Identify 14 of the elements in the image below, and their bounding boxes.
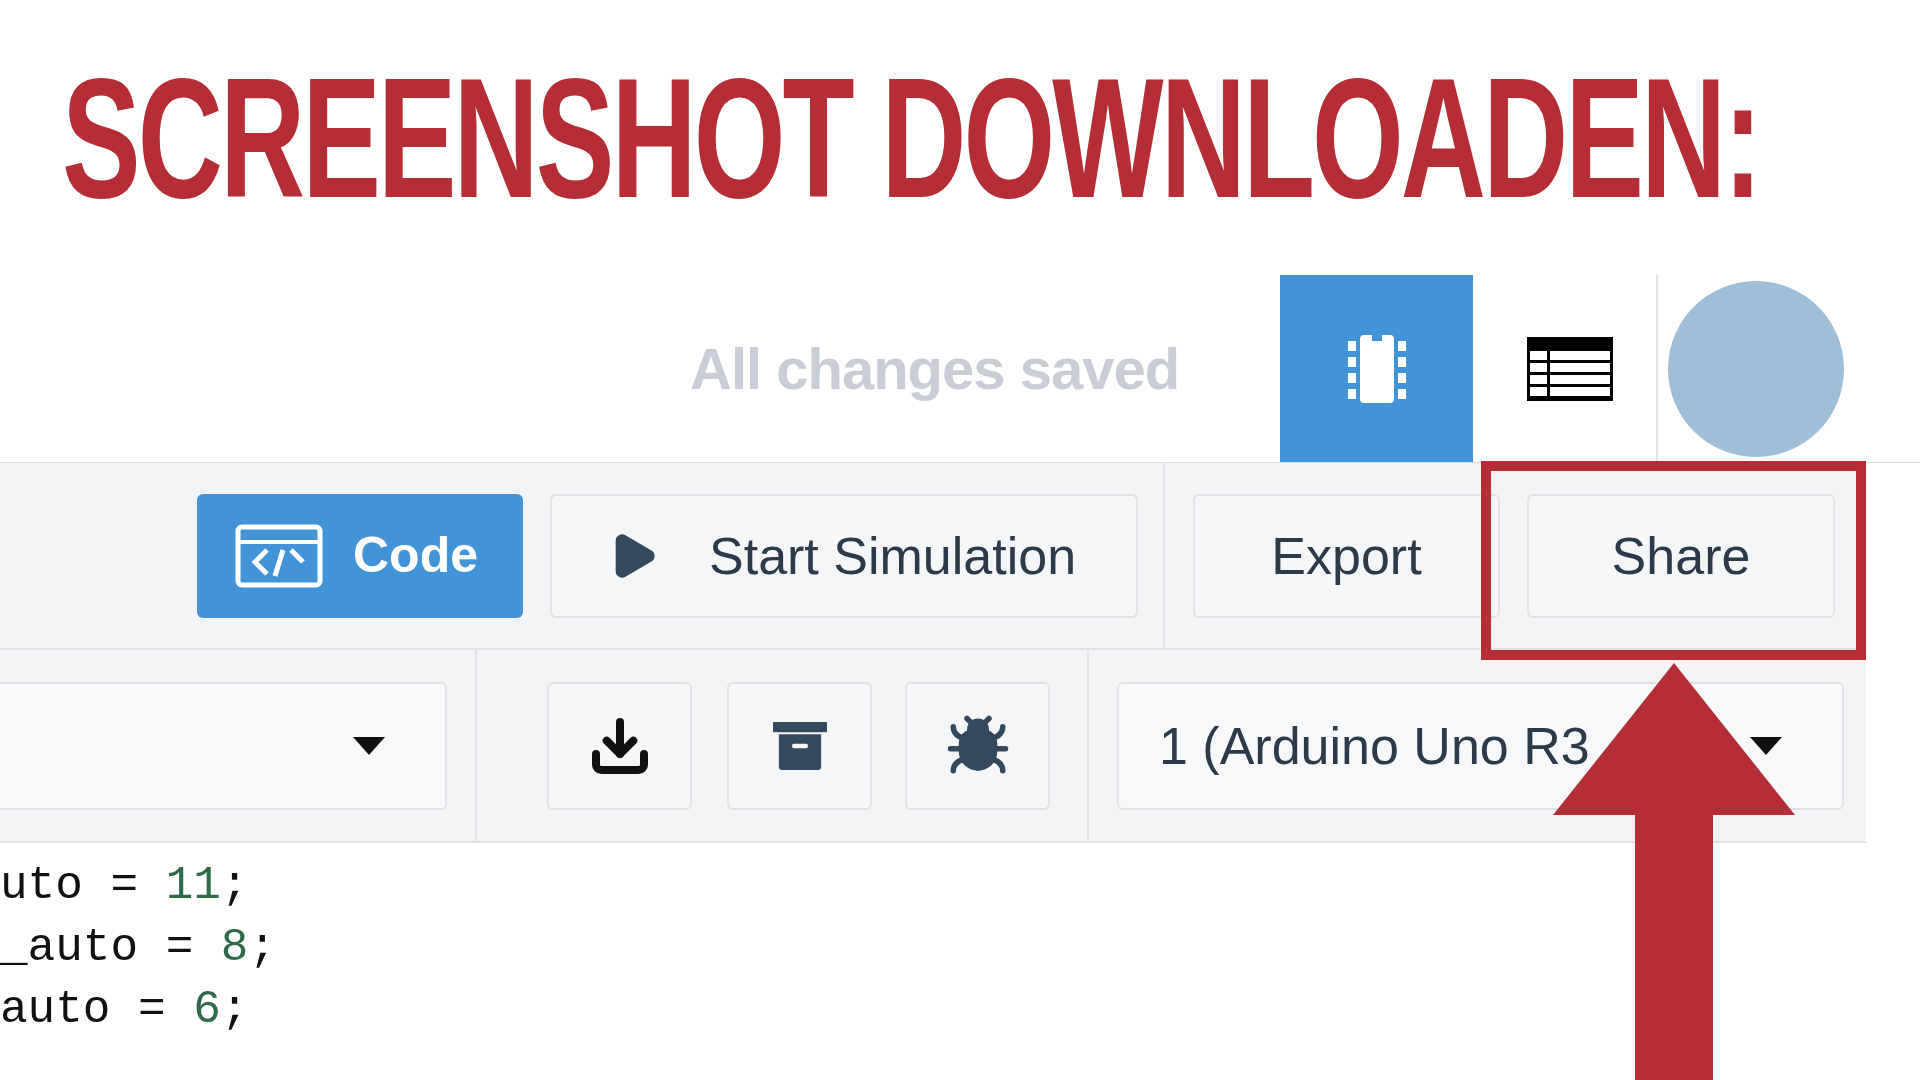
code-window-icon [235,523,323,588]
archive-button[interactable] [727,681,872,810]
heading: SCREENSHOT DOWNLOADEN: [62,51,1760,224]
export-button[interactable]: Export [1193,493,1500,618]
code-line: uto = 11; [0,859,249,914]
start-simulation-button[interactable]: Start Simulation [550,493,1138,618]
code-line: auto = 6; [0,983,249,1038]
debug-button[interactable] [905,681,1050,810]
code-line: _auto = 8; [0,921,277,976]
share-button[interactable]: Share [1527,493,1835,618]
download-button[interactable] [547,681,692,810]
table-icon [1526,336,1613,401]
caret-icon [1750,736,1782,755]
caret-icon [353,736,385,755]
